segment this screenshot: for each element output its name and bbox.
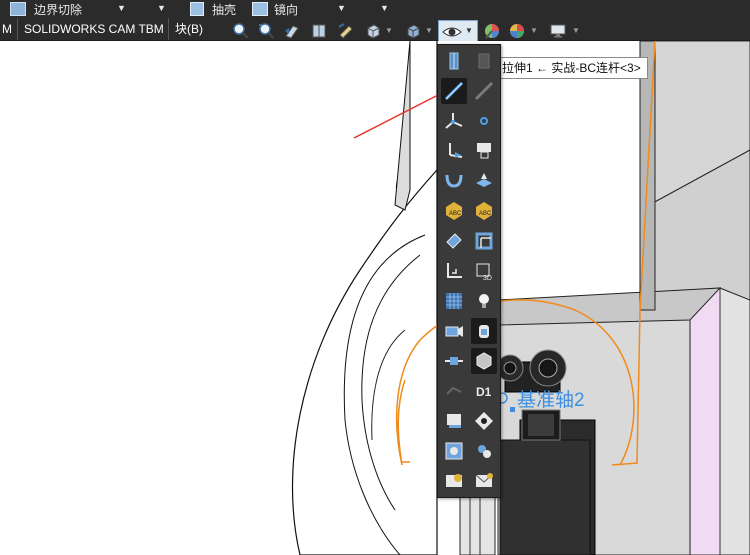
view-assembly-icon[interactable] (441, 438, 467, 464)
view-3d-sketch-icon[interactable]: 3D (471, 258, 497, 284)
view-origins-icon[interactable] (441, 108, 467, 134)
svg-text:ABC: ABC (479, 211, 492, 217)
zoom-to-area-icon[interactable] (256, 21, 276, 41)
boundary-cut-button[interactable]: 边界切除 (10, 0, 82, 18)
view-annotation-link-icon[interactable] (441, 468, 467, 494)
section-view-icon[interactable] (309, 21, 329, 41)
view-sketch-relations-icon[interactable] (441, 228, 467, 254)
tab-m-label: M (2, 22, 12, 36)
chevron-down-icon[interactable]: ▼ (385, 26, 393, 35)
graphics-area[interactable] (0, 41, 750, 555)
view-section-display-icon[interactable] (441, 408, 467, 434)
shell-button[interactable]: 抽壳 (190, 0, 236, 18)
link-body-model (291, 41, 438, 555)
chevron-down-icon[interactable]: ▼ (337, 3, 346, 13)
chevron-down-icon[interactable]: ▼ (465, 26, 473, 35)
chevron-down-icon[interactable]: ▼ (425, 26, 433, 35)
mirror-icon (252, 2, 268, 16)
selection-tooltip: 拉伸1 ← 实战-BC连杆<3> (497, 57, 648, 79)
view-planes-icon[interactable] (471, 168, 497, 194)
view-all-annotations-icon[interactable]: ABC (471, 198, 497, 224)
svg-text:D1: D1 (476, 385, 492, 399)
previous-view-icon[interactable] (282, 21, 302, 41)
tab-solidworks-cam-tbm[interactable]: SOLIDWORKS CAM TBM (17, 18, 170, 40)
view-coordinate-systems-icon[interactable] (471, 108, 497, 134)
display-style-icon[interactable] (403, 21, 423, 41)
hide-show-items-flyout: ABC ABC 3D D1 (437, 44, 501, 498)
view-curves-icon[interactable] (441, 168, 467, 194)
eye-icon (442, 23, 462, 41)
dynamic-annotation-icon[interactable] (336, 21, 356, 41)
reference-axis-label: 基准轴2 (517, 390, 585, 411)
annotation-arrow (353, 90, 448, 139)
view-cameras-icon[interactable] (441, 318, 467, 344)
view-mate-icon[interactable] (471, 438, 497, 464)
shell-label: 抽壳 (212, 2, 237, 17)
zoom-to-fit-icon[interactable] (231, 21, 251, 41)
view-selected-routing-icon[interactable] (441, 378, 467, 404)
chevron-down-icon[interactable]: ▼ (157, 3, 166, 13)
view-weld-beads-icon[interactable] (471, 228, 497, 254)
mirror-label: 镜向 (274, 2, 299, 17)
tab-m[interactable]: M (0, 18, 18, 40)
view-temporary-axes-icon[interactable] (471, 78, 497, 104)
chevron-down-icon[interactable]: ▼ (572, 26, 580, 35)
edit-appearance-icon[interactable] (482, 21, 502, 41)
boundary-cut-label: 边界切除 (34, 2, 83, 17)
view-parting-lines-icon[interactable] (441, 258, 467, 284)
apply-scene-icon[interactable] (507, 21, 527, 41)
view-grid-icon[interactable] (441, 288, 467, 314)
command-toolbar: 边界切除 ▼ ▼ 抽壳 镜向 ▼ ▼ (0, 0, 750, 18)
tab-cam-tbm-label: SOLIDWORKS CAM TBM (24, 22, 164, 36)
view-dimension-names-icon[interactable] (471, 138, 497, 164)
shell-icon (190, 2, 204, 16)
view-parts-icon[interactable] (471, 348, 497, 374)
hide-show-bodies-icon[interactable] (441, 48, 467, 74)
view-axes-icon[interactable] (441, 78, 467, 104)
view-mail-icon[interactable] (471, 468, 497, 494)
view-sketches-icon[interactable] (441, 138, 467, 164)
chevron-down-icon[interactable]: ▼ (380, 3, 389, 13)
tab-block[interactable]: 块(B) (168, 18, 209, 40)
view-orientation-icon[interactable] (363, 21, 383, 41)
chevron-down-icon[interactable]: ▼ (530, 26, 538, 35)
view-lights-icon[interactable] (471, 288, 497, 314)
svg-text:3D: 3D (483, 275, 492, 282)
tab-block-label: 块(B) (175, 22, 203, 36)
svg-text:ABC: ABC (449, 211, 462, 217)
tooltip-text: 拉伸1 ← 实战-BC连杆<3> (502, 61, 641, 75)
view-annotations-icon[interactable]: ABC (441, 198, 467, 224)
mirror-button[interactable]: 镜向 (252, 0, 298, 18)
view-settings-monitor-icon[interactable] (548, 21, 568, 41)
hide-show-planes-disabled-icon[interactable] (471, 48, 497, 74)
view-d1-dimensions-icon[interactable]: D1 (471, 378, 497, 404)
boundary-cut-icon (10, 2, 26, 16)
view-center-of-mass-icon[interactable] (471, 408, 497, 434)
chevron-down-icon[interactable]: ▼ (117, 3, 126, 13)
view-decals-icon[interactable] (471, 318, 497, 344)
view-routing-points-icon[interactable] (441, 348, 467, 374)
